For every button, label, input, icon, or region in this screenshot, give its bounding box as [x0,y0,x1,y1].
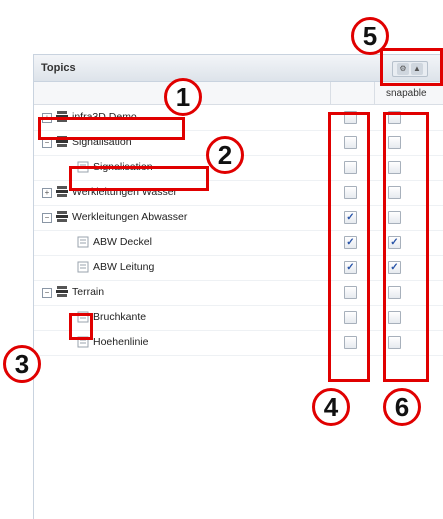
callout-number-4: 4 [312,388,350,426]
callout-number-5: 5 [351,17,389,55]
collapse-minus-icon[interactable]: − [42,213,52,223]
tree-row-bruchkante[interactable]: Bruchkante [34,305,443,331]
column-divider [374,82,375,104]
callout-box-4 [328,112,370,382]
layer-group-icon [56,211,68,222]
panel-title: Topics [41,62,76,74]
tree-row-label: Hoehenlinie [93,336,149,348]
tree-row-label: ABW Leitung [93,261,155,273]
callout-box-1 [38,117,185,140]
snapable-column-header[interactable]: snapable [386,88,427,99]
callout-box-6 [383,112,429,382]
callout-number-3: 3 [3,345,41,383]
tree-row-terrain[interactable]: − Terrain [34,280,443,306]
tree-row-label: Terrain [72,286,105,298]
callout-number-1: 1 [164,78,202,116]
callout-number-2: 2 [206,136,244,174]
layer-group-icon [56,286,68,297]
layer-icon [77,236,89,248]
tree-row-abw-deckel[interactable]: ABW Deckel ✓ ✓ [34,230,443,256]
callout-box-2 [69,166,209,191]
tree-row-hoehenlinie[interactable]: Hoehenlinie [34,330,443,356]
tree-row-label: Werkleitungen Abwasser [72,211,188,223]
tree-row-abw-leitung[interactable]: ABW Leitung ✓ ✓ [34,255,443,281]
expand-plus-icon[interactable]: + [42,188,52,198]
column-divider [330,82,331,104]
tree-row-werkleitungen-abwasser[interactable]: − Werkleitungen Abwasser ✓ [34,205,443,231]
layer-icon [77,261,89,273]
collapse-minus-icon[interactable]: − [42,288,52,298]
layer-group-icon [56,186,68,197]
callout-box-5 [380,48,443,86]
tree-row-label: ABW Deckel [93,236,152,248]
tree-row-label: Bruchkante [93,311,147,323]
callout-box-3 [69,313,93,340]
callout-number-6: 6 [383,388,421,426]
